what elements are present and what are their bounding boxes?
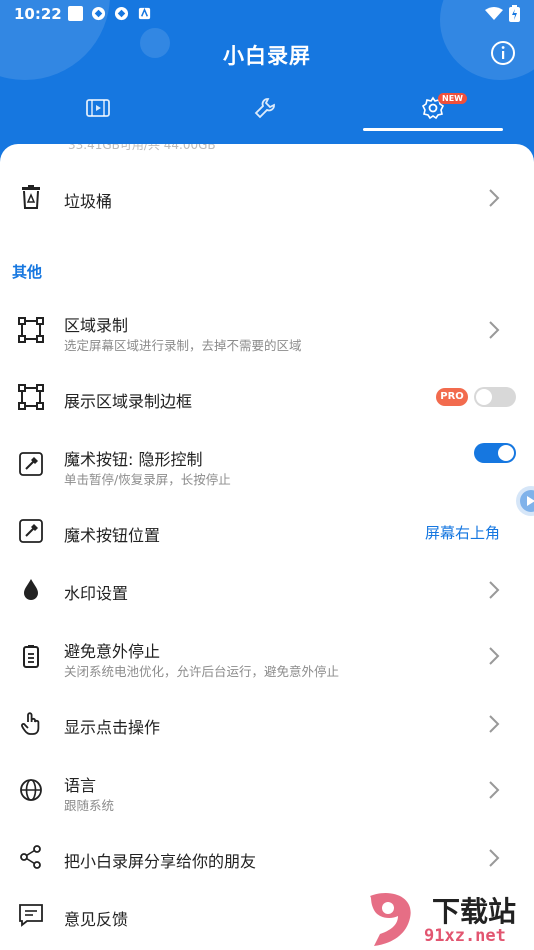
share-icon bbox=[20, 845, 41, 869]
trash-label: 垃圾桶 bbox=[64, 192, 113, 211]
app-header: 10:22 小白录屏 NEW bbox=[0, 0, 534, 145]
language-row[interactable]: 语言 跟随系统 bbox=[0, 762, 534, 818]
play-icon bbox=[520, 490, 534, 512]
area-recording-title: 区域录制 bbox=[64, 316, 129, 335]
storage-info-text: 33.41GB可用/共 44.00GB bbox=[68, 144, 216, 152]
magic-button-toggle[interactable] bbox=[474, 443, 516, 463]
show-area-border-row[interactable]: 展示区域录制边框 PRO bbox=[0, 374, 534, 420]
avoid-stop-title: 避免意外停止 bbox=[64, 642, 161, 661]
new-badge: NEW bbox=[438, 93, 467, 104]
notification-square-icon bbox=[68, 6, 83, 21]
site-watermark: 下载站 91xz.net bbox=[360, 888, 534, 950]
settings-list: 33.41GB可用/共 44.00GB 垃圾桶 其他 区域录制 选定屏幕区域进行… bbox=[0, 144, 534, 950]
battery-icon bbox=[509, 5, 520, 22]
area-recording-row[interactable]: 区域录制 选定屏幕区域进行录制，去掉不需要的区域 bbox=[0, 302, 534, 358]
notification-sync-icon bbox=[114, 6, 129, 21]
toggle-knob bbox=[498, 445, 514, 461]
watermark-settings-row[interactable]: 水印设置 bbox=[0, 566, 534, 612]
notification-app-icon bbox=[138, 7, 151, 20]
avoid-stop-row[interactable]: 避免意外停止 关闭系统电池优化，允许后台运行，避免意外停止 bbox=[0, 628, 534, 684]
tab-bar bbox=[0, 84, 534, 132]
watermark-url: 91xz.net bbox=[424, 926, 506, 946]
watermark-title: 下载站 bbox=[432, 895, 517, 928]
language-subtitle: 跟随系统 bbox=[64, 798, 115, 813]
area-recording-subtitle: 选定屏幕区域进行录制，去掉不需要的区域 bbox=[64, 338, 302, 353]
magic-button-row[interactable]: 魔术按钮: 隐形控制 单击暂停/恢复录屏，长按停止 bbox=[0, 436, 534, 492]
status-notification-icons bbox=[68, 6, 152, 21]
watermark-settings-title: 水印设置 bbox=[64, 584, 129, 603]
show-touches-title: 显示点击操作 bbox=[64, 718, 161, 737]
tap-hand-icon bbox=[21, 712, 40, 735]
share-title: 把小白录屏分享给你的朋友 bbox=[64, 852, 257, 871]
magic-wand-icon bbox=[19, 519, 43, 543]
magic-wand-icon bbox=[19, 452, 43, 476]
wrench-icon bbox=[254, 98, 275, 119]
magic-button-position-row[interactable]: 魔术按钮位置 屏幕右上角 bbox=[0, 508, 534, 554]
film-icon bbox=[86, 99, 110, 117]
magic-button-position-value[interactable]: 屏幕右上角 bbox=[425, 522, 500, 543]
chevron-right-icon bbox=[489, 189, 500, 207]
magic-button-position-title: 魔术按钮位置 bbox=[64, 526, 161, 545]
tab-indicator bbox=[363, 128, 503, 131]
tab-videos[interactable] bbox=[28, 84, 168, 132]
show-touches-row[interactable]: 显示点击操作 bbox=[0, 700, 534, 746]
crop-frame-icon bbox=[18, 317, 44, 343]
chevron-right-icon bbox=[489, 849, 500, 867]
status-bar: 10:22 bbox=[0, 0, 534, 28]
show-area-border-toggle[interactable] bbox=[474, 387, 516, 407]
trash-row[interactable]: 垃圾桶 bbox=[0, 174, 534, 220]
water-drop-icon bbox=[24, 579, 38, 600]
info-icon[interactable] bbox=[490, 40, 516, 66]
share-row[interactable]: 把小白录屏分享给你的朋友 bbox=[0, 834, 534, 880]
chevron-right-icon bbox=[489, 781, 500, 799]
toggle-knob bbox=[476, 389, 492, 405]
chevron-right-icon bbox=[489, 581, 500, 599]
chevron-right-icon bbox=[489, 321, 500, 339]
status-system-icons bbox=[485, 5, 520, 22]
status-time: 10:22 bbox=[14, 5, 62, 23]
tab-tools[interactable] bbox=[195, 84, 335, 132]
pro-badge: PRO bbox=[436, 388, 468, 406]
battery-clipboard-icon bbox=[23, 645, 39, 668]
avoid-stop-subtitle: 关闭系统电池优化，允许后台运行，避免意外停止 bbox=[64, 664, 340, 679]
app-title: 小白录屏 bbox=[223, 44, 311, 68]
section-header-other: 其他 bbox=[12, 263, 43, 281]
notification-sync-icon bbox=[91, 6, 106, 21]
feedback-title: 意见反馈 bbox=[64, 910, 129, 929]
feedback-chat-icon bbox=[19, 904, 43, 927]
chevron-right-icon bbox=[489, 715, 500, 733]
magic-button-title: 魔术按钮: 隐形控制 bbox=[64, 450, 203, 469]
wifi-icon bbox=[485, 6, 503, 20]
tab-settings[interactable] bbox=[363, 84, 503, 132]
show-area-border-title: 展示区域录制边框 bbox=[64, 392, 193, 411]
trash-icon bbox=[22, 185, 40, 209]
language-title: 语言 bbox=[64, 776, 97, 795]
magic-button-subtitle: 单击暂停/恢复录屏，长按停止 bbox=[64, 472, 231, 487]
floating-record-button[interactable] bbox=[516, 486, 534, 516]
crop-frame-icon bbox=[18, 384, 44, 410]
globe-icon bbox=[20, 779, 42, 801]
chevron-right-icon bbox=[489, 647, 500, 665]
